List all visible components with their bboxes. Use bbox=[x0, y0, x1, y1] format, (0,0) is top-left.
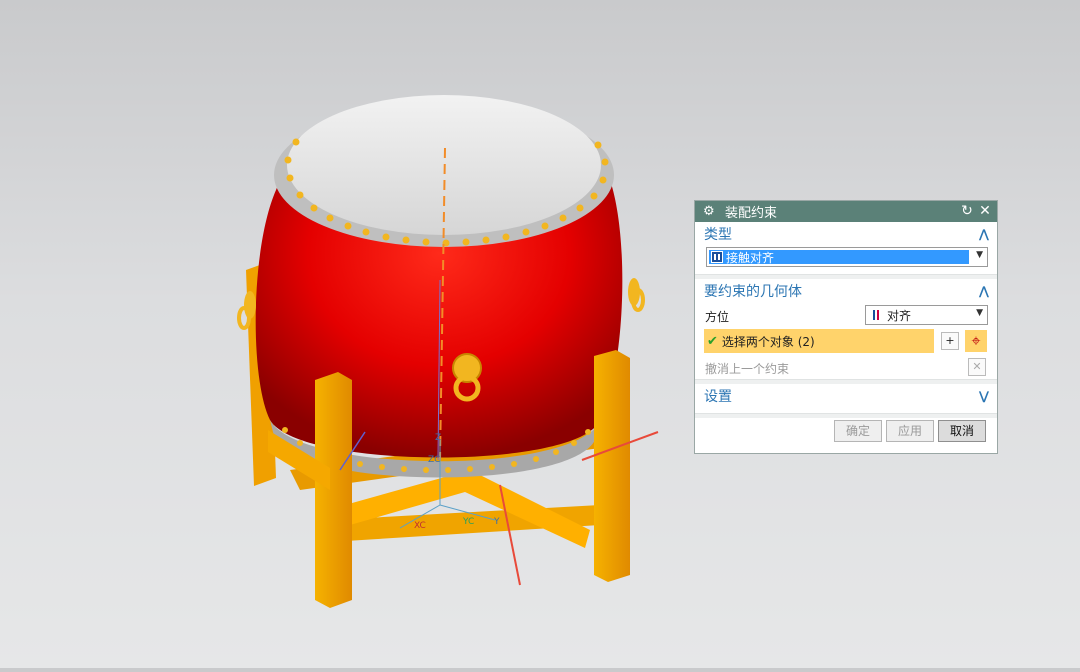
orientation-dropdown[interactable]: 对齐 ▼ bbox=[865, 305, 988, 325]
type-row: 接触对齐 ▼ bbox=[695, 246, 997, 274]
axis-label-zc: ZC bbox=[428, 455, 440, 465]
chevron-up-icon[interactable]: ⋀ bbox=[979, 284, 989, 298]
dropdown-arrow-icon: ▼ bbox=[976, 250, 983, 260]
touch-align-icon bbox=[711, 251, 723, 263]
geometry-section-header[interactable]: 要约束的几何体 ⋀ bbox=[695, 279, 997, 303]
checkmark-icon: ✔ bbox=[707, 333, 718, 349]
ok-button[interactable]: 确定 bbox=[834, 420, 882, 442]
crosshair-icon[interactable]: ⌖ bbox=[965, 330, 987, 352]
orientation-value: 对齐 bbox=[887, 308, 912, 323]
cancel-button[interactable]: 取消 bbox=[938, 420, 986, 442]
select-objects-label: 选择两个对象 (2) bbox=[721, 334, 815, 349]
orientation-row: 方位 对齐 ▼ bbox=[695, 303, 997, 327]
apply-button[interactable]: 应用 bbox=[886, 420, 934, 442]
undo-constraint-icon[interactable]: ✕ bbox=[968, 358, 986, 376]
settings-section-title: 设置 bbox=[704, 389, 732, 405]
assembly-constraint-dialog[interactable]: ⚙ 装配约束 ↻ ✕ 类型 ⋀ 接触对齐 ▼ 要约束的几何体 ⋀ 方位 对齐 ▼ bbox=[694, 200, 998, 454]
chevron-up-icon[interactable]: ⋀ bbox=[979, 227, 989, 241]
align-icon bbox=[872, 309, 880, 321]
section-divider bbox=[695, 413, 997, 418]
dialog-footer: 确定 应用 取消 bbox=[695, 413, 997, 453]
undo-row: 撤消上一个约束 ✕ bbox=[695, 355, 997, 379]
settings-section-header[interactable]: 设置 ⋁ bbox=[695, 384, 997, 408]
axis-label-xc: XC bbox=[414, 521, 426, 531]
type-dropdown-selected: 接触对齐 bbox=[709, 250, 969, 265]
ring-handle-right bbox=[628, 278, 645, 312]
stand-leg-front-left bbox=[315, 372, 352, 608]
axis-label-y: Y bbox=[493, 517, 500, 527]
dialog-titlebar[interactable]: ⚙ 装配约束 ↻ ✕ bbox=[695, 201, 997, 222]
type-section-title: 类型 bbox=[704, 227, 732, 243]
gear-icon[interactable]: ⚙ bbox=[703, 205, 717, 218]
undo-last-constraint[interactable]: 撤消上一个约束 bbox=[705, 360, 789, 377]
select-objects-field[interactable]: ✔ 选择两个对象 (2) bbox=[704, 329, 934, 353]
chevron-down-icon[interactable]: ⋁ bbox=[979, 389, 989, 403]
dialog-title: 装配约束 bbox=[725, 206, 778, 221]
axis-label-z: Z bbox=[435, 433, 441, 443]
add-set-button[interactable]: + bbox=[941, 332, 959, 350]
dropdown-arrow-icon: ▼ bbox=[976, 308, 983, 318]
type-dropdown-value: 接触对齐 bbox=[726, 250, 775, 265]
type-dropdown[interactable]: 接触对齐 ▼ bbox=[706, 247, 988, 267]
type-section-header[interactable]: 类型 ⋀ bbox=[695, 222, 997, 246]
axis-label-yc: YC bbox=[462, 517, 474, 527]
stand-leg-front-right bbox=[594, 350, 630, 582]
orientation-label: 方位 bbox=[705, 310, 730, 324]
select-objects-row: ✔ 选择两个对象 (2) + ⌖ bbox=[695, 327, 997, 355]
close-icon[interactable]: ✕ bbox=[977, 202, 993, 220]
geometry-section-title: 要约束的几何体 bbox=[704, 284, 802, 300]
reset-icon[interactable]: ↻ bbox=[959, 202, 975, 220]
